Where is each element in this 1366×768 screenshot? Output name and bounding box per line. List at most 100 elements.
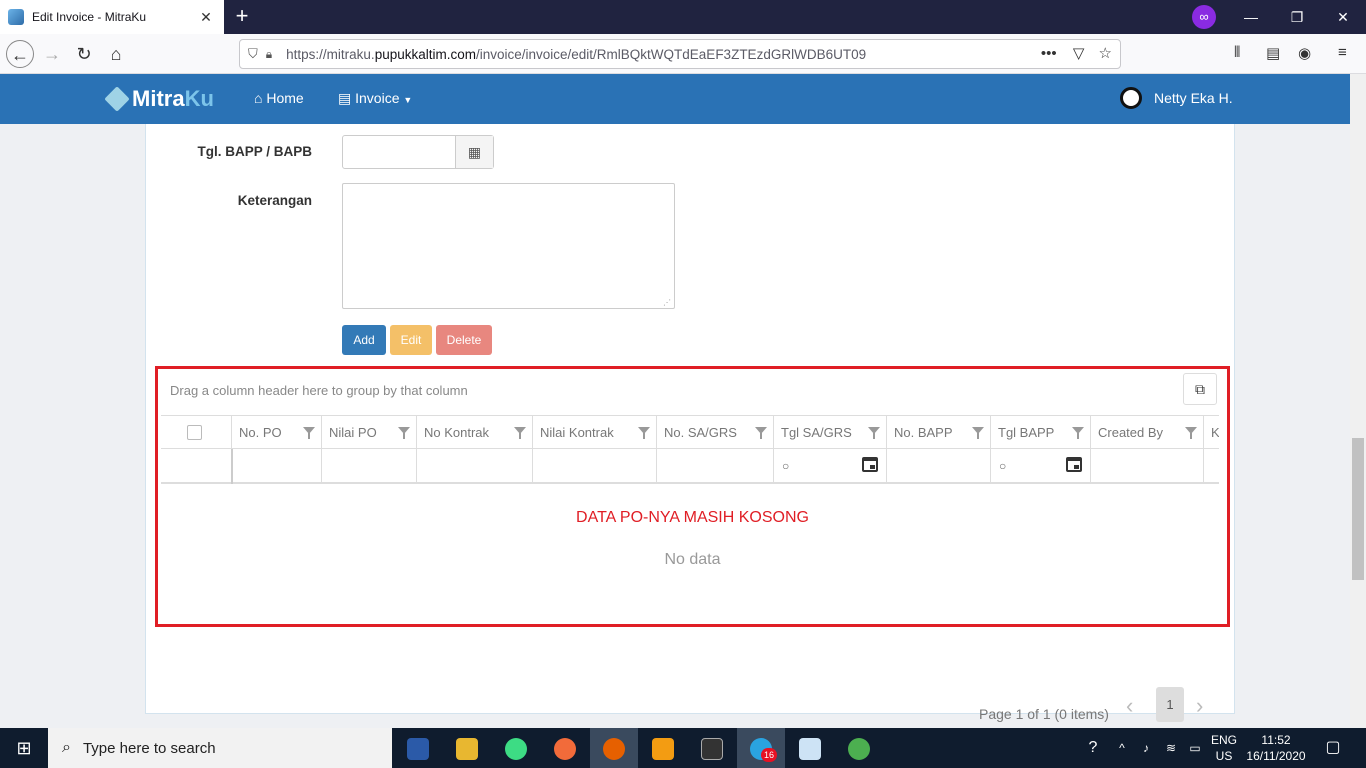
tgl-bapp-field[interactable]: ▦ xyxy=(342,135,494,169)
restore-button[interactable]: ❐ xyxy=(1274,0,1320,34)
next-page-icon[interactable]: › xyxy=(1196,693,1203,719)
terminal-icon[interactable] xyxy=(688,728,736,768)
close-window-button[interactable]: ✕ xyxy=(1320,0,1366,34)
column-header[interactable]: No. BAPP xyxy=(886,416,990,450)
filter-cell xyxy=(161,449,231,484)
prev-page-icon[interactable]: ‹ xyxy=(1126,693,1133,719)
filter-cell[interactable] xyxy=(416,449,532,484)
powershell-icon[interactable] xyxy=(394,728,442,768)
add-button[interactable]: Add xyxy=(342,325,386,355)
brand-logo[interactable]: Mitra Ku xyxy=(104,86,214,112)
filter-cell[interactable] xyxy=(231,449,321,484)
edit-button[interactable]: Edit xyxy=(390,325,432,355)
firefox-icon[interactable] xyxy=(590,728,638,768)
notifications-icon[interactable]: ▢ xyxy=(1318,728,1348,768)
resize-handle-icon[interactable]: ⋰ xyxy=(663,298,671,307)
filter-icon[interactable] xyxy=(514,427,526,439)
keterangan-textarea[interactable]: ⋰ xyxy=(342,183,675,309)
column-header[interactable]: Tgl SA/GRS xyxy=(773,416,886,450)
column-header[interactable]: Nilai PO xyxy=(321,416,416,450)
language-indicator[interactable]: ENG US xyxy=(1204,732,1244,764)
filter-icon[interactable] xyxy=(755,427,767,439)
taskbar-search[interactable]: ⌕ Type here to search xyxy=(48,728,392,768)
account-icon[interactable]: ◉ xyxy=(1298,44,1311,62)
browser-tab[interactable]: Edit Invoice - MitraKu ✕ xyxy=(0,0,224,34)
column-header[interactable]: Created By xyxy=(1090,416,1203,450)
page-button[interactable]: 1 xyxy=(1156,687,1184,722)
more-actions-icon[interactable]: ••• xyxy=(1041,45,1057,62)
page-scrollbar[interactable] xyxy=(1350,74,1366,728)
filter-cell[interactable] xyxy=(886,449,990,484)
file-explorer-icon[interactable] xyxy=(443,728,491,768)
scrollbar-thumb[interactable] xyxy=(1352,438,1364,580)
postman-icon[interactable] xyxy=(541,728,589,768)
column-header[interactable]: No Kontrak xyxy=(416,416,532,450)
new-tab-button[interactable]: + xyxy=(230,4,254,30)
no-data-text: No data xyxy=(664,551,721,568)
library-icon[interactable]: ⫴ xyxy=(1234,44,1240,61)
filter-icon[interactable] xyxy=(1072,427,1084,439)
filter-cell[interactable] xyxy=(1203,449,1219,484)
wifi-icon[interactable]: ≋ xyxy=(1160,728,1182,768)
notepad-icon[interactable] xyxy=(786,728,834,768)
tgl-bapp-label: Tgl. BAPP / BAPB xyxy=(197,144,312,159)
date-filter-cell[interactable]: ○ xyxy=(773,449,886,484)
browser-tab-bar: Edit Invoice - MitraKu ✕ + ∞ — ❐ ✕ xyxy=(0,0,1366,34)
filter-cell[interactable] xyxy=(656,449,773,484)
date-filter-cell[interactable]: ○ xyxy=(990,449,1090,484)
group-panel[interactable]: Drag a column header here to group by th… xyxy=(170,383,468,398)
search-icon: ○ xyxy=(782,459,790,473)
calendar-icon[interactable] xyxy=(1066,457,1082,472)
nav-invoice-dropdown[interactable]: ▤ Invoice ▼ xyxy=(338,90,412,107)
menu-icon[interactable]: ≡ xyxy=(1338,44,1347,61)
home-icon[interactable]: ⌂ xyxy=(102,40,130,68)
filter-icon[interactable] xyxy=(868,427,880,439)
bookmark-star-icon[interactable]: ☆ xyxy=(1099,45,1112,62)
home-menu-icon: ⌂ xyxy=(254,90,263,106)
reload-icon[interactable]: ↻ xyxy=(70,40,98,68)
column-header[interactable]: K xyxy=(1203,416,1219,450)
close-tab-icon[interactable]: ✕ xyxy=(196,9,216,26)
url-bar[interactable]: ⛉ 🔒︎ https://mitraku.pupukkaltim.com/inv… xyxy=(239,39,1121,69)
forward-icon[interactable]: → xyxy=(38,40,66,68)
user-menu[interactable]: Netty Eka H. xyxy=(1120,87,1233,109)
column-header[interactable]: Nilai Kontrak xyxy=(532,416,656,450)
telegram-icon[interactable]: 16 xyxy=(737,728,785,768)
android-studio-icon[interactable] xyxy=(492,728,540,768)
filter-cell[interactable] xyxy=(532,449,656,484)
nav-home[interactable]: ⌂ Home xyxy=(254,90,304,106)
app-header: Mitra Ku ⌂ Home ▤ Invoice ▼ Netty Eka H. xyxy=(0,74,1350,124)
clock[interactable]: 11:52 16/11/2020 xyxy=(1244,732,1308,764)
battery-icon[interactable]: ▭ xyxy=(1184,728,1206,768)
filter-cell[interactable] xyxy=(321,449,416,484)
column-header[interactable]: No. SA/GRS xyxy=(656,416,773,450)
chevron-up-icon[interactable]: ^ xyxy=(1112,728,1132,768)
select-all-cell xyxy=(161,416,231,450)
minimize-button[interactable]: — xyxy=(1228,0,1274,34)
speaker-icon[interactable]: ♪ xyxy=(1136,728,1156,768)
private-browsing-icon: ∞ xyxy=(1192,5,1216,29)
filter-icon[interactable] xyxy=(972,427,984,439)
delete-button[interactable]: Delete xyxy=(436,325,492,355)
back-icon[interactable]: ← xyxy=(6,40,34,68)
calendar-icon[interactable] xyxy=(862,457,878,472)
select-all-checkbox[interactable] xyxy=(187,425,202,440)
column-header[interactable]: Tgl BAPP xyxy=(990,416,1090,450)
windows-start-icon[interactable]: ⊞ xyxy=(0,728,48,768)
sidebar-icon[interactable]: ▤ xyxy=(1266,44,1280,62)
column-chooser-icon[interactable]: ⧉ xyxy=(1183,373,1217,405)
grid-header-row: No. PO Nilai PO No Kontrak Nilai Kontrak… xyxy=(161,415,1219,450)
filter-icon[interactable] xyxy=(1185,427,1197,439)
calendar-icon[interactable]: ▦ xyxy=(455,136,493,168)
filter-icon[interactable] xyxy=(398,427,410,439)
help-icon[interactable]: ? xyxy=(1080,728,1106,768)
pocket-icon[interactable]: ▽ xyxy=(1073,45,1085,62)
grid-filter-row: ○ ○ xyxy=(161,449,1219,484)
filter-icon[interactable] xyxy=(638,427,650,439)
sublime-text-icon[interactable] xyxy=(639,728,687,768)
column-header[interactable]: No. PO xyxy=(231,416,321,450)
filter-icon[interactable] xyxy=(303,427,315,439)
search-icon: ○ xyxy=(999,459,1007,473)
heidisql-icon[interactable] xyxy=(835,728,883,768)
filter-cell[interactable] xyxy=(1090,449,1203,484)
